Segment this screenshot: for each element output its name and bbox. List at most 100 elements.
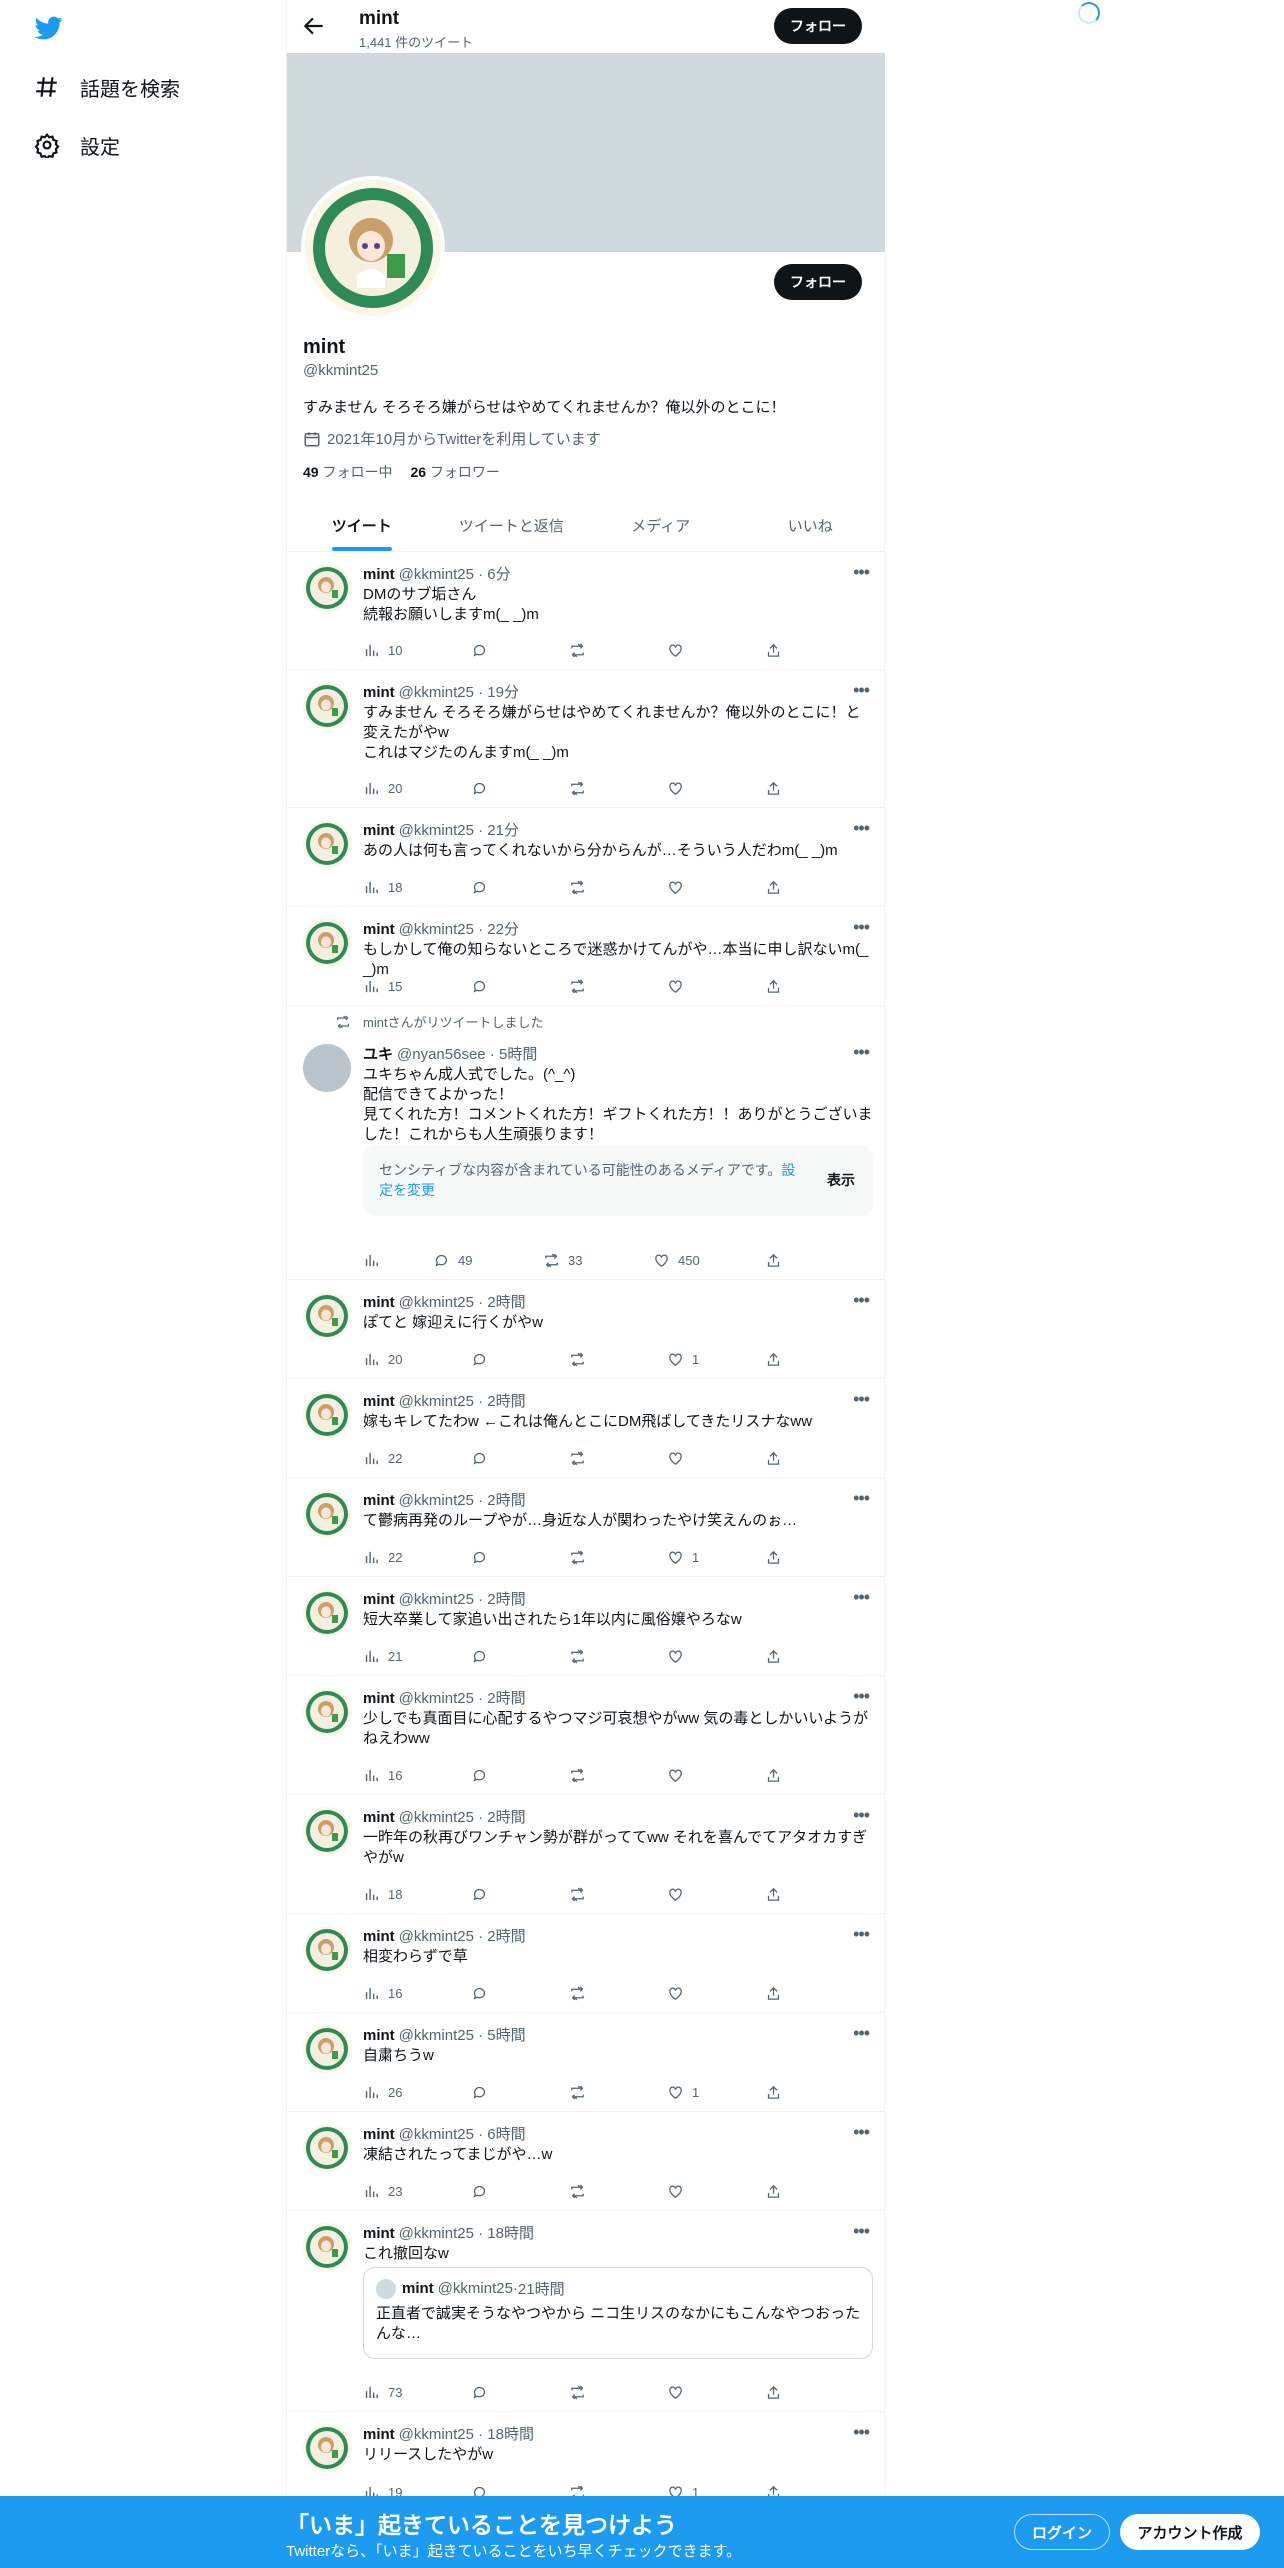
tweet-author-handle[interactable]: @kkmint25 xyxy=(399,1294,474,1311)
more-options-icon[interactable]: ••• xyxy=(853,1587,870,1608)
like-button[interactable] xyxy=(667,2382,692,2402)
more-options-icon[interactable]: ••• xyxy=(853,917,870,938)
views-button[interactable]: 16 xyxy=(363,1983,402,2003)
tweet-author-name[interactable]: mint xyxy=(363,2225,395,2242)
views-button[interactable]: 18 xyxy=(363,1884,402,1904)
tweet-time[interactable]: 21分 xyxy=(487,822,519,839)
share-button[interactable] xyxy=(765,1646,790,1666)
followers-link[interactable]: 26 フォロワー xyxy=(410,464,499,480)
views-button[interactable]: 23 xyxy=(363,2181,402,2201)
tweet-author-handle[interactable]: @kkmint25 xyxy=(399,2426,474,2443)
like-button[interactable] xyxy=(667,1983,692,2003)
tweet-time[interactable]: 2時間 xyxy=(487,1591,525,1608)
more-options-icon[interactable]: ••• xyxy=(853,1042,870,1063)
tweet-avatar[interactable] xyxy=(303,1926,351,1974)
reply-button[interactable] xyxy=(471,976,496,996)
share-button[interactable] xyxy=(765,1250,790,1270)
tweet-author-name[interactable]: mint xyxy=(363,822,395,839)
nav-settings[interactable]: 設定 xyxy=(34,125,120,165)
more-options-icon[interactable]: ••• xyxy=(853,680,870,701)
tweet[interactable]: mint @kkmint25 · 2時間 ••• ぽてと 嫁迎えに行くがやw 20 1 xyxy=(287,1280,885,1379)
retweet-button[interactable] xyxy=(569,2181,594,2201)
more-options-icon[interactable]: ••• xyxy=(853,818,870,839)
signup-button[interactable]: アカウント作成 xyxy=(1120,2514,1260,2550)
retweet-button[interactable] xyxy=(569,640,594,660)
reply-button[interactable] xyxy=(471,1547,496,1567)
tweet[interactable]: mint @kkmint25 · 18時間 ••• これ撤回なw mint @kkmint… xyxy=(287,2211,885,2412)
retweet-button[interactable]: 33 xyxy=(543,1250,582,1270)
more-options-icon[interactable]: ••• xyxy=(853,1805,870,1826)
tweet-author-handle[interactable]: @kkmint25 xyxy=(399,822,474,839)
nav-explore[interactable]: 話題を検索 xyxy=(34,67,180,107)
tweet-time[interactable]: 2時間 xyxy=(487,1690,525,1707)
share-button[interactable] xyxy=(765,976,790,996)
tweet-time[interactable]: 5時間 xyxy=(499,1046,537,1063)
share-button[interactable] xyxy=(765,1983,790,2003)
tweet-avatar[interactable] xyxy=(303,1589,351,1637)
like-button[interactable]: 450 xyxy=(653,1250,700,1270)
tweet[interactable]: mint @kkmint25 · 6時間 ••• 凍結されたってまじがや…w 23 xyxy=(287,2112,885,2211)
retweet-button[interactable] xyxy=(569,1983,594,2003)
reply-button[interactable] xyxy=(471,2382,496,2402)
tweet-author-name[interactable]: ユキ xyxy=(363,1046,393,1063)
more-options-icon[interactable]: ••• xyxy=(853,2023,870,2044)
like-button[interactable] xyxy=(667,1646,692,1666)
tweet-time[interactable]: 6時間 xyxy=(487,2126,525,2143)
share-button[interactable] xyxy=(765,640,790,660)
retweet-button[interactable] xyxy=(569,976,594,996)
tweet[interactable]: mintさんがリツイートしました ユキ @nyan56see · 5時間 ••• ユキち… xyxy=(287,1006,885,1280)
tweet-time[interactable]: 22分 xyxy=(487,921,519,938)
more-options-icon[interactable]: ••• xyxy=(853,1924,870,1945)
views-button[interactable] xyxy=(363,1250,388,1270)
tweet[interactable]: mint @kkmint25 · 5時間 ••• 自粛ちうw 26 1 xyxy=(287,2013,885,2112)
like-button[interactable] xyxy=(667,1884,692,1904)
tab-tweets-and-replies[interactable]: ツイートと返信 xyxy=(437,500,587,551)
tweet[interactable]: mint @kkmint25 · 21分 ••• あの人は何も言ってくれないから分から… xyxy=(287,808,885,907)
like-button[interactable] xyxy=(667,976,692,996)
reply-button[interactable] xyxy=(471,877,496,897)
views-button[interactable]: 18 xyxy=(363,877,402,897)
reply-button[interactable]: 49 xyxy=(433,1250,472,1270)
tab-likes[interactable]: いいね xyxy=(736,500,886,551)
login-button[interactable]: ログイン xyxy=(1014,2514,1110,2550)
tweet-avatar[interactable] xyxy=(303,1391,351,1439)
twitter-logo-icon[interactable] xyxy=(34,14,64,42)
retweet-button[interactable] xyxy=(569,1765,594,1785)
tweet-author-handle[interactable]: @kkmint25 xyxy=(399,1591,474,1608)
tweet-author-handle[interactable]: @kkmint25 xyxy=(399,2225,474,2242)
tweet-avatar[interactable] xyxy=(303,1044,351,1092)
tweet[interactable]: mint @kkmint25 · 19分 ••• すみません そろそろ嫌がらせはやめて… xyxy=(287,670,885,808)
tweet[interactable]: mint @kkmint25 · 2時間 ••• 一昨年の秋再びワンチャン勢が群がって… xyxy=(287,1795,885,1914)
tweet-author-handle[interactable]: @kkmint25 xyxy=(399,1690,474,1707)
like-button[interactable] xyxy=(667,640,692,660)
tab-tweets[interactable]: ツイート xyxy=(287,500,437,551)
tweet-avatar[interactable] xyxy=(303,564,351,612)
like-button[interactable] xyxy=(667,778,692,798)
reply-button[interactable] xyxy=(471,2082,496,2102)
header-follow-button[interactable]: フォロー xyxy=(774,8,862,44)
tweet-avatar[interactable] xyxy=(303,2124,351,2172)
tweet-avatar[interactable] xyxy=(303,820,351,868)
retweet-button[interactable] xyxy=(569,2382,594,2402)
tweet-author-name[interactable]: mint xyxy=(363,2426,395,2443)
views-button[interactable]: 20 xyxy=(363,1349,402,1369)
share-button[interactable] xyxy=(765,877,790,897)
share-button[interactable] xyxy=(765,1349,790,1369)
share-button[interactable] xyxy=(765,2082,790,2102)
tweet-time[interactable]: 2時間 xyxy=(487,1809,525,1826)
tweet-author-name[interactable]: mint xyxy=(363,1809,395,1826)
tweet-time[interactable]: 2時間 xyxy=(487,1294,525,1311)
show-media-button[interactable]: 表示 xyxy=(827,1170,855,1190)
views-button[interactable]: 16 xyxy=(363,1765,402,1785)
reply-button[interactable] xyxy=(471,640,496,660)
retweet-button[interactable] xyxy=(569,2082,594,2102)
tweet-author-name[interactable]: mint xyxy=(363,1591,395,1608)
tab-media[interactable]: メディア xyxy=(586,500,736,551)
views-button[interactable]: 22 xyxy=(363,1448,402,1468)
tweet[interactable]: mint @kkmint25 · 2時間 ••• 短大卒業して家追い出されたら1年以内… xyxy=(287,1577,885,1676)
tweet-author-name[interactable]: mint xyxy=(363,684,395,701)
tweet-avatar[interactable] xyxy=(303,682,351,730)
tweet-author-handle[interactable]: @kkmint25 xyxy=(399,2126,474,2143)
tweet-avatar[interactable] xyxy=(303,1807,351,1855)
tweet-author-handle[interactable]: @kkmint25 xyxy=(399,1928,474,1945)
